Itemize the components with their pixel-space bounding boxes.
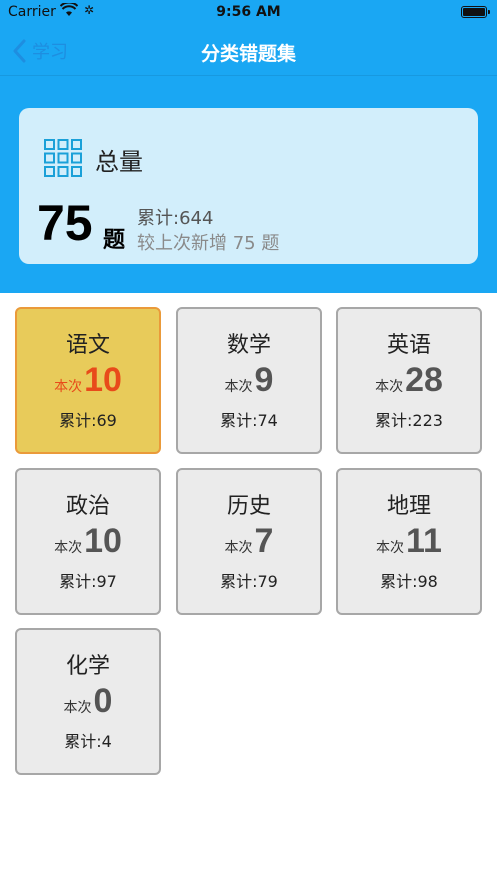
subject-name: 英语: [386, 333, 431, 358]
subject-total: 累计:74: [220, 411, 278, 430]
navigation-bar: 学习 分类错题集: [0, 26, 497, 76]
subject-tile-chemistry[interactable]: 化学 本次 0 累计:4: [15, 628, 161, 775]
subject-name: 地理: [386, 494, 431, 519]
this-time-count: 10: [84, 361, 122, 399]
subject-name: 数学: [226, 333, 271, 358]
this-time-count: 9: [254, 361, 274, 399]
subject-name: 政治: [65, 494, 110, 519]
subject-name: 历史: [226, 494, 271, 519]
this-time-count: 7: [254, 522, 274, 560]
subject-name: 化学: [65, 654, 110, 679]
status-bar: Carrier ✲ 9:56 AM: [0, 0, 497, 26]
this-time-label: 本次: [224, 379, 253, 395]
this-time-label: 本次: [54, 540, 83, 556]
subject-tile-chinese[interactable]: 语文 本次 10 累计:69: [15, 307, 161, 454]
subject-total: 累计:4: [64, 732, 112, 751]
summary-count: 75: [37, 195, 93, 251]
subject-tile-english[interactable]: 英语 本次 28 累计:223: [336, 307, 482, 454]
status-time: 9:56 AM: [216, 4, 281, 20]
subject-total: 累计:223: [375, 411, 443, 430]
subject-name: 语文: [65, 333, 110, 358]
subject-total: 累计:98: [380, 572, 438, 591]
subject-tile-geography[interactable]: 地理 本次 11 累计:98: [336, 468, 482, 615]
grid-icon: [44, 139, 82, 177]
subject-tile-politics[interactable]: 政治 本次 10 累计:97: [15, 468, 161, 615]
summary-card: 总量 75 题 累计:644 较上次新增 75 题: [19, 108, 478, 264]
this-time-label: 本次: [63, 700, 92, 716]
subject-total: 累计:69: [59, 411, 117, 430]
subject-tile-history[interactable]: 历史 本次 7 累计:79: [176, 468, 322, 615]
this-time-label: 本次: [224, 540, 253, 556]
summary-increase: 较上次新增 75 题: [137, 233, 280, 254]
this-time-count: 11: [406, 522, 442, 560]
this-time-label: 本次: [375, 379, 404, 395]
summary-unit: 题: [103, 228, 126, 253]
this-time-count: 10: [84, 522, 122, 560]
header-area: Carrier ✲ 9:56 AM 学习 分类错题集 总量 75 题 累计:64…: [0, 0, 497, 293]
this-time-count: 28: [405, 361, 443, 399]
summary-cumulative: 累计:644: [137, 208, 214, 229]
subject-total: 累计:79: [220, 572, 278, 591]
this-time-count: 0: [93, 682, 113, 720]
subject-tile-math[interactable]: 数学 本次 9 累计:74: [176, 307, 322, 454]
page-title: 分类错题集: [200, 43, 296, 65]
subject-total: 累计:97: [59, 572, 117, 591]
this-time-label: 本次: [54, 379, 83, 395]
this-time-label: 本次: [376, 540, 405, 556]
summary-label: 总量: [95, 148, 143, 176]
battery-icon: [461, 6, 490, 18]
